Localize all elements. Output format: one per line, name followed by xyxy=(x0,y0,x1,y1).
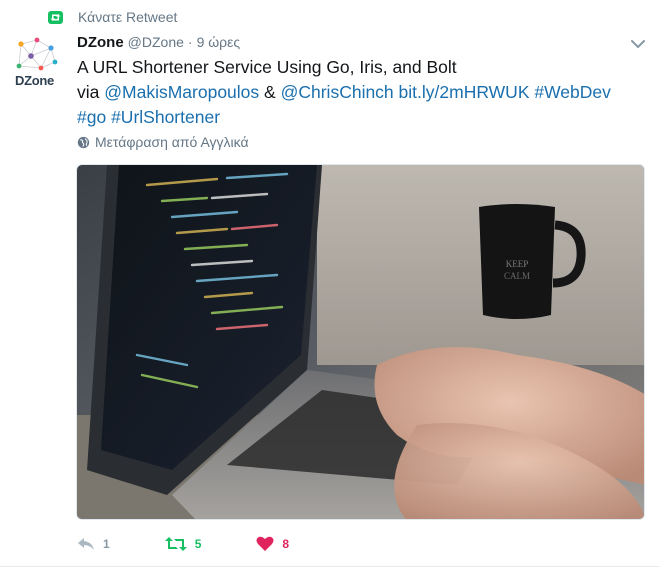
retweet-count: 5 xyxy=(194,537,202,551)
heart-icon xyxy=(256,536,274,551)
like-count: 8 xyxy=(282,537,290,551)
chevron-down-icon[interactable] xyxy=(630,38,646,50)
tweet-timestamp[interactable]: 9 ώρες xyxy=(197,34,241,50)
tweet-text: A URL Shortener Service Using Go, Iris, … xyxy=(77,55,647,130)
reply-button[interactable]: 1 xyxy=(77,537,110,551)
svg-text:CALM: CALM xyxy=(504,271,530,281)
hashtag-go[interactable]: #go xyxy=(77,107,106,127)
reply-icon xyxy=(78,538,94,550)
like-button[interactable]: 8 xyxy=(256,536,289,552)
header-separator: · xyxy=(187,34,193,50)
avatar[interactable]: DZone xyxy=(11,36,63,88)
dzone-logo-icon xyxy=(16,37,58,71)
mention-makismaropoulos[interactable]: @MakisMaropoulos xyxy=(104,82,259,102)
translate-link[interactable]: Μετάφραση από Αγγλικά xyxy=(77,134,249,150)
retweet-button[interactable]: 5 xyxy=(164,536,202,552)
translate-label: Μετάφραση από Αγγλικά xyxy=(95,134,249,150)
globe-icon xyxy=(77,136,90,148)
laptop-photo-image: KEEP CALM xyxy=(77,165,644,519)
svg-text:KEEP: KEEP xyxy=(506,259,529,269)
tweet-title-line: A URL Shortener Service Using Go, Iris, … xyxy=(77,57,457,77)
media-photo[interactable]: KEEP CALM xyxy=(76,164,645,520)
retweet-context: Κάνατε Retweet xyxy=(48,9,177,25)
hashtag-urlshortener[interactable]: #UrlShortener xyxy=(111,107,220,127)
retweet-icon xyxy=(164,537,187,551)
tweet-mentions-line: via @MakisMaropoulos & @ChrisChinch bit.… xyxy=(77,80,647,105)
author-handle[interactable]: @DZone xyxy=(128,34,184,50)
mention-chrischinch[interactable]: @ChrisChinch xyxy=(281,82,394,102)
author-name[interactable]: DZone xyxy=(77,34,124,51)
reply-count: 1 xyxy=(103,537,110,551)
retweet-icon xyxy=(48,10,63,24)
short-link[interactable]: bit.ly/2mHRWUK xyxy=(399,82,530,102)
tweet-hashtags-line: #go #UrlShortener xyxy=(77,105,647,130)
tweet-card[interactable]: Κάνατε Retweet DZone DZone @DZone · 9 ώρ… xyxy=(0,0,660,567)
avatar-logo-text: DZone xyxy=(15,73,54,88)
tweet-header: DZone @DZone · 9 ώρες xyxy=(77,34,240,51)
ampersand: & xyxy=(264,82,276,102)
retweet-context-label: Κάνατε Retweet xyxy=(78,9,178,25)
via-label: via xyxy=(77,82,100,102)
tweet-actions: 1 5 8 xyxy=(77,533,344,555)
hashtag-webdev[interactable]: #WebDev xyxy=(534,82,611,102)
